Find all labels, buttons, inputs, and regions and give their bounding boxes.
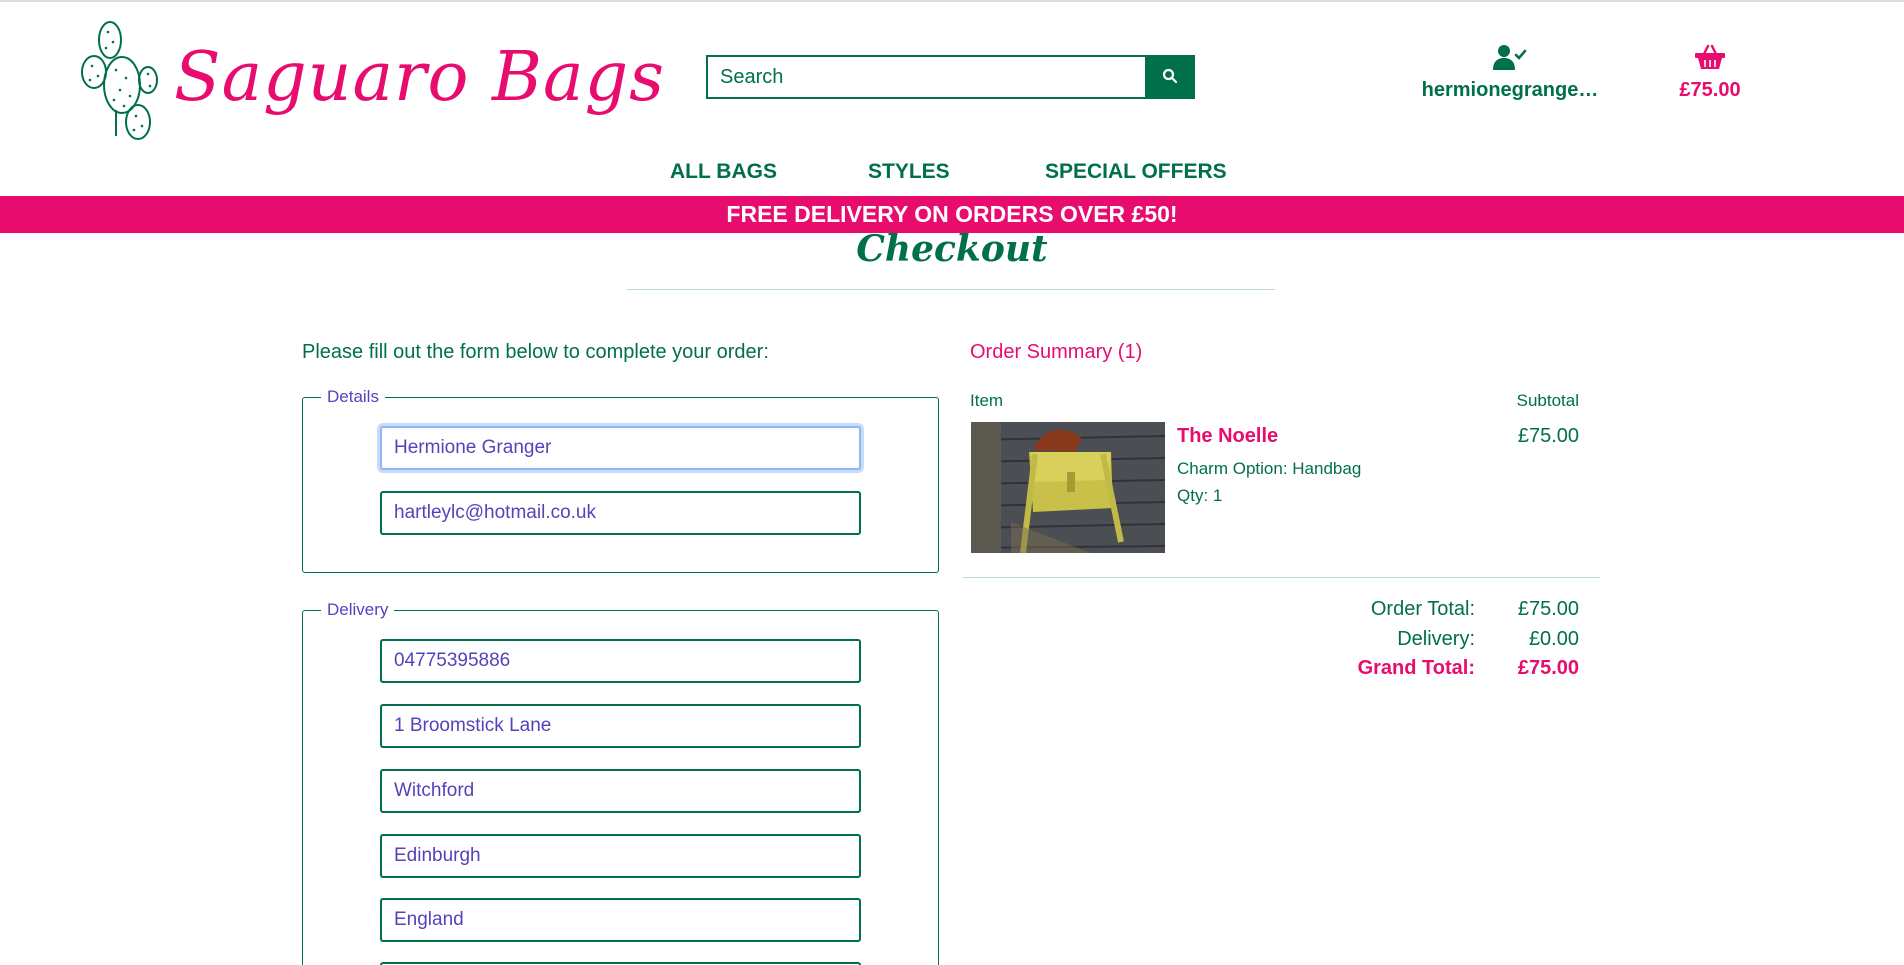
country-input[interactable] xyxy=(380,898,861,942)
search-icon xyxy=(1162,68,1178,87)
summary-divider xyxy=(963,577,1600,578)
basket-icon xyxy=(1695,44,1725,75)
account-menu[interactable]: hermionegrange… xyxy=(1420,44,1600,102)
street-address-input[interactable] xyxy=(380,704,861,748)
grand-total-value: £75.00 xyxy=(1517,657,1579,679)
order-total-label: Order Total: xyxy=(1370,598,1475,620)
delivery-label: Delivery: xyxy=(1397,628,1475,650)
phone-input[interactable] xyxy=(380,639,861,683)
full-name-input[interactable] xyxy=(380,426,861,470)
basket-total: £75.00 xyxy=(1679,79,1741,101)
details-legend: Details xyxy=(327,387,379,406)
details-fieldset: Details xyxy=(302,387,939,573)
delivery-value: £0.00 xyxy=(1528,628,1579,650)
search-button[interactable] xyxy=(1145,55,1195,99)
delivery-legend: Delivery xyxy=(327,600,389,619)
search-form xyxy=(706,55,1195,99)
nav-styles[interactable]: STYLES xyxy=(868,160,950,184)
order-summary-title: Order Summary (1) xyxy=(970,341,1143,363)
form-intro: Please fill out the form below to comple… xyxy=(302,341,769,363)
nav-all-bags[interactable]: ALL BAGS xyxy=(670,160,777,184)
basket-link[interactable]: £75.00 xyxy=(1650,44,1770,102)
page-title: Checkout xyxy=(856,228,1048,270)
top-border xyxy=(0,0,1904,4)
column-header-subtotal: Subtotal xyxy=(1516,391,1579,410)
cactus-icon xyxy=(68,10,164,145)
logo-text: Saguaro Bags xyxy=(174,38,665,117)
column-header-item: Item xyxy=(970,391,1004,410)
email-input[interactable] xyxy=(380,491,861,535)
product-name-link[interactable]: The Noelle xyxy=(1177,425,1278,448)
logo-link[interactable]: Saguaro Bags xyxy=(68,10,665,145)
grand-total-label: Grand Total: xyxy=(1357,657,1475,679)
product-image xyxy=(971,422,1165,553)
county-input[interactable] xyxy=(380,834,861,878)
product-quantity: Qty: 1 xyxy=(1177,486,1223,505)
product-subtotal: £75.00 xyxy=(1517,425,1579,447)
search-input[interactable] xyxy=(706,55,1145,99)
account-label: hermionegrange… xyxy=(1421,79,1599,101)
product-option: Charm Option: Handbag xyxy=(1177,459,1362,478)
nav-special-offers[interactable]: SPECIAL OFFERS xyxy=(1045,160,1227,184)
user-check-icon xyxy=(1493,44,1527,75)
order-total-value: £75.00 xyxy=(1517,598,1579,620)
title-divider xyxy=(627,289,1275,290)
town-input[interactable] xyxy=(380,769,861,813)
